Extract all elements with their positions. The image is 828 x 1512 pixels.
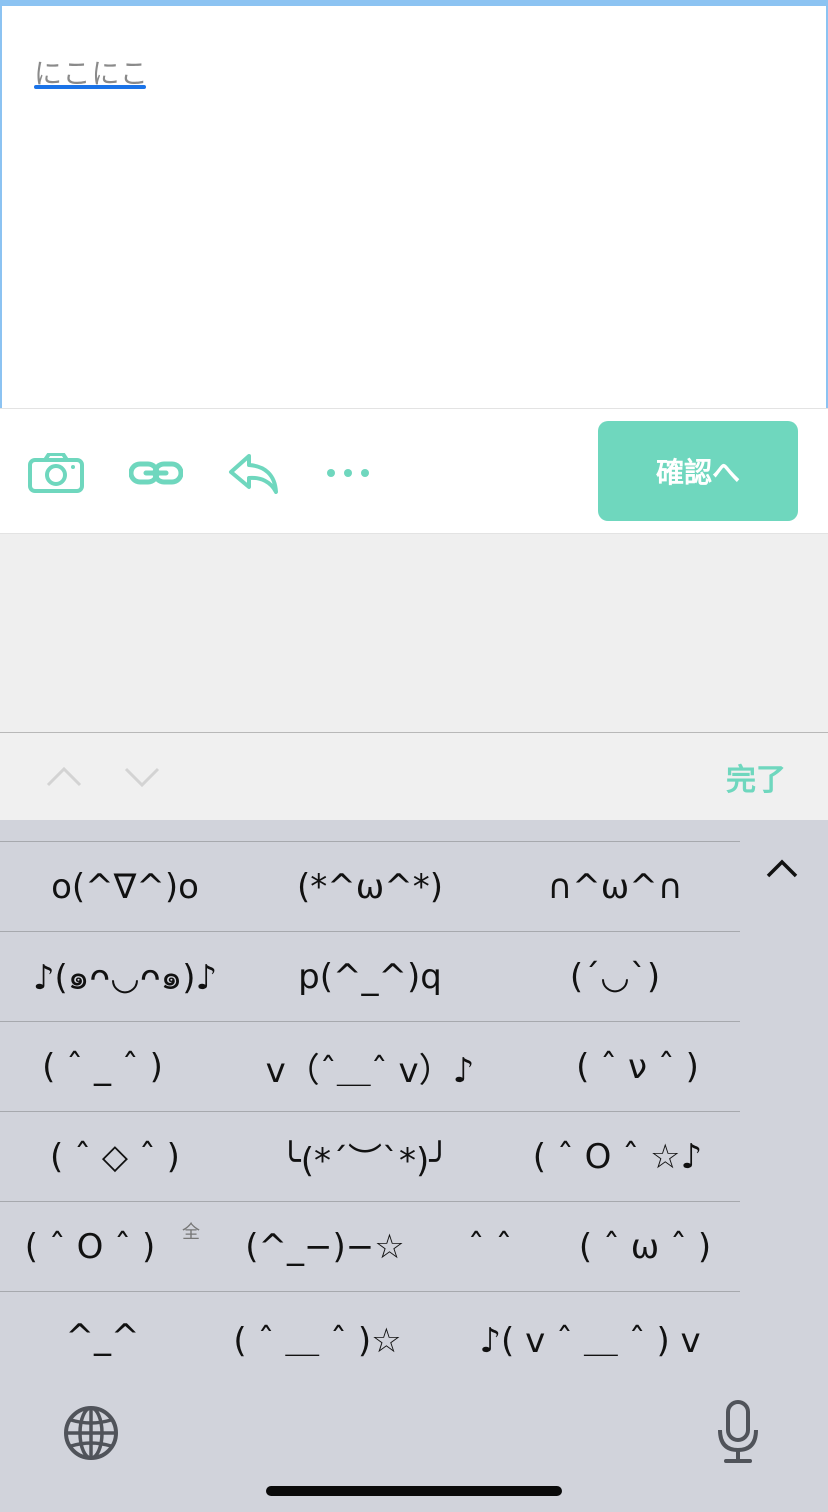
chevron-down-icon[interactable] — [120, 757, 164, 797]
candidate-key[interactable]: ( ˆ ＿ ˆ )☆ — [205, 1292, 430, 1382]
candidate-key[interactable]: ∩^ω^∩ — [490, 842, 740, 932]
microphone-icon[interactable] — [716, 1400, 760, 1464]
candidate-key[interactable]: o(^∇^)o — [0, 842, 250, 932]
link-icon[interactable] — [128, 445, 184, 501]
candidate-grid: o(^∇^)o (*^ω^*) ∩^ω^∩ ♪(๑ᴖ◡ᴖ๑)♪ p(^_^)q … — [0, 841, 740, 1381]
candidate-key[interactable]: ( ˆ ◇ ˆ ) — [0, 1112, 230, 1202]
candidate-key[interactable]: p(^_^)q — [245, 932, 495, 1022]
candidate-row: ( ˆ ◇ ˆ ) ╰(*´︶`*)╯ ( ˆ O ˆ ☆♪ — [0, 1111, 740, 1201]
reply-icon[interactable] — [226, 445, 280, 501]
full-width-tag: 全 — [182, 1222, 200, 1243]
candidate-key[interactable]: v（ˆ＿ˆ v）♪ — [205, 1022, 535, 1112]
compose-toolbar: 確認へ — [0, 408, 828, 534]
candidate-key[interactable]: ( ˆ ω ˆ ) — [550, 1202, 740, 1292]
composing-underline — [34, 85, 146, 89]
candidate-key[interactable]: ( ˆ _ ˆ ) — [0, 1022, 205, 1112]
candidate-key[interactable]: (^_−)−☆ — [225, 1202, 425, 1292]
candidate-key[interactable]: (ˊ◡ˋ) — [490, 932, 740, 1022]
candidate-row: ♪(๑ᴖ◡ᴖ๑)♪ p(^_^)q (ˊ◡ˋ) — [0, 931, 740, 1021]
candidate-row: ( ˆ _ ˆ ) v（ˆ＿ˆ v）♪ ( ˆ ν ˆ ) — [0, 1021, 740, 1111]
home-indicator — [266, 1486, 562, 1496]
globe-icon[interactable] — [62, 1404, 120, 1462]
done-button[interactable]: 完了 — [726, 755, 786, 799]
candidate-row: ( ˆ O ˆ ) 全 (^_−)−☆ ˆ ˆ ( ˆ ω ˆ ) — [0, 1201, 740, 1291]
candidate-row: o(^∇^)o (*^ω^*) ∩^ω^∩ — [0, 841, 740, 931]
candidate-key[interactable]: ╰(*´︶`*)╯ — [235, 1112, 495, 1202]
candidate-key[interactable]: ˆ ˆ — [430, 1202, 550, 1292]
camera-icon[interactable] — [28, 445, 84, 501]
candidate-row: ^_^ ( ˆ ＿ ˆ )☆ ♪( v ˆ ＿ ˆ ) v — [0, 1291, 740, 1381]
candidate-key[interactable]: ^_^ — [0, 1292, 205, 1382]
message-editor[interactable]: にこにこ — [0, 6, 828, 408]
keyboard-accessory-bar: 完了 — [0, 732, 828, 820]
confirm-button[interactable]: 確認へ — [598, 421, 798, 521]
candidate-key[interactable]: ♪(๑ᴖ◡ᴖ๑)♪ — [0, 932, 250, 1022]
candidate-key[interactable]: ( ˆ O ˆ ) — [0, 1202, 180, 1292]
chevron-up-icon[interactable] — [760, 846, 804, 886]
candidate-key[interactable]: ( ˆ ν ˆ ) — [535, 1022, 740, 1112]
candidate-key[interactable]: (*^ω^*) — [245, 842, 495, 932]
chevron-up-icon[interactable] — [42, 757, 86, 797]
emoticon-keyboard: o(^∇^)o (*^ω^*) ∩^ω^∩ ♪(๑ᴖ◡ᴖ๑)♪ p(^_^)q … — [0, 820, 828, 1512]
candidate-key[interactable]: ( ˆ O ˆ ☆♪ — [495, 1112, 740, 1202]
candidate-key[interactable]: ♪( v ˆ ＿ ˆ ) v — [440, 1292, 740, 1382]
more-icon[interactable] — [324, 445, 372, 501]
background-area — [0, 534, 828, 732]
